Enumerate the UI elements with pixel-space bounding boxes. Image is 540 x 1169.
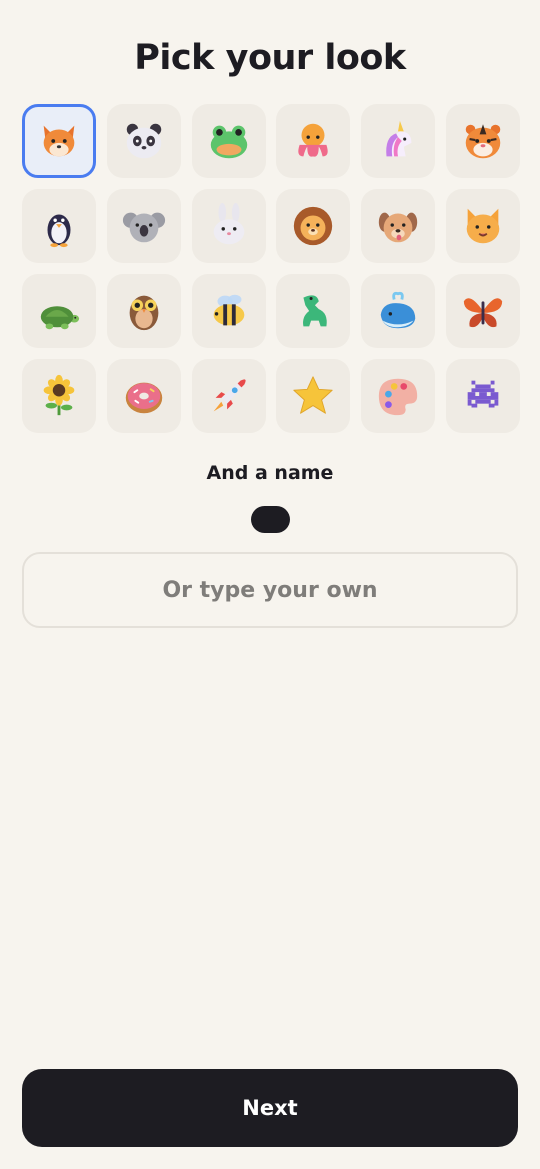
avatar-option[interactable] [276, 274, 351, 348]
avatar-option[interactable] [191, 359, 266, 433]
avatar-option[interactable] [276, 359, 351, 433]
avatar-option[interactable] [361, 274, 436, 348]
avatar-option[interactable] [22, 274, 96, 348]
avatar-option[interactable] [106, 274, 181, 348]
whale-icon [375, 288, 421, 334]
fox-icon [36, 118, 82, 164]
avatar-option[interactable] [106, 359, 181, 433]
donut-icon [121, 373, 167, 419]
avatar-option[interactable] [22, 359, 96, 433]
owl-icon [121, 288, 167, 334]
octopus-icon [290, 118, 336, 164]
avatar-option[interactable] [106, 189, 181, 263]
sunflower-icon [36, 373, 82, 419]
avatar-option[interactable] [191, 104, 266, 178]
avatar-option[interactable] [191, 274, 266, 348]
bee-icon [206, 288, 252, 334]
avatar-option[interactable] [191, 189, 266, 263]
next-button[interactable]: Next [22, 1069, 518, 1147]
avatar-option[interactable] [445, 359, 520, 433]
avatar-option[interactable] [276, 189, 351, 263]
rocket-icon [206, 373, 252, 419]
lion-icon [290, 203, 336, 249]
page-title: Pick your look [134, 38, 406, 78]
avatar-grid [22, 104, 520, 433]
palette-icon [375, 373, 421, 419]
butterfly-icon [460, 288, 506, 334]
avatar-option[interactable] [445, 274, 520, 348]
cat-icon [460, 203, 506, 249]
koala-icon [121, 203, 167, 249]
dinosaur-icon [290, 288, 336, 334]
space-invader-icon [460, 373, 506, 419]
avatar-option[interactable] [22, 189, 96, 263]
panda-icon [121, 118, 167, 164]
custom-name-input[interactable]: Or type your own [22, 552, 518, 628]
avatar-option[interactable] [22, 104, 96, 178]
avatar-option[interactable] [106, 104, 181, 178]
avatar-option[interactable] [445, 104, 520, 178]
name-suggestion-chip[interactable] [251, 506, 290, 533]
frog-icon [206, 118, 252, 164]
turtle-icon [36, 288, 82, 334]
unicorn-icon [375, 118, 421, 164]
rabbit-icon [206, 203, 252, 249]
name-heading: And a name [206, 462, 334, 484]
penguin-icon [36, 203, 82, 249]
avatar-option[interactable] [361, 189, 436, 263]
avatar-option[interactable] [276, 104, 351, 178]
avatar-option[interactable] [445, 189, 520, 263]
star-icon [290, 373, 336, 419]
dog-icon [375, 203, 421, 249]
avatar-option[interactable] [361, 359, 436, 433]
avatar-option[interactable] [361, 104, 436, 178]
tiger-icon [460, 118, 506, 164]
